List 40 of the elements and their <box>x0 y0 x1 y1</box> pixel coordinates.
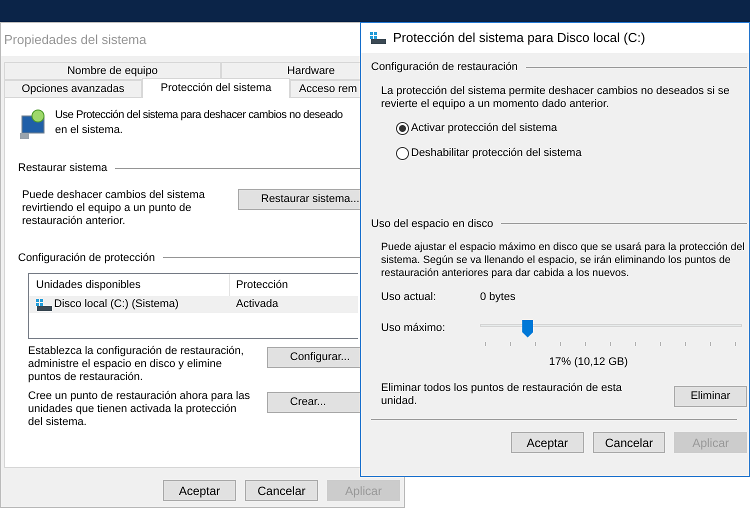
dialog-button[interactable]: Aceptar <box>511 432 584 453</box>
dialog-button[interactable]: Aceptar <box>163 480 236 501</box>
slider-thumb[interactable] <box>522 320 534 338</box>
drive-icon <box>370 32 386 44</box>
radio-icon[interactable] <box>396 146 409 160</box>
delete-description: Eliminar todos los puntos de restauración de esta unidad. <box>381 382 623 408</box>
intro-text: Use Protección del sistema para deshacer cambios no deseado <box>55 108 343 123</box>
column-header: Unidades disponibles <box>35 278 142 293</box>
section-heading: Uso del espacio en disco <box>371 216 494 232</box>
disk-usage-description: Puede ajustar el espacio máximo en disco que se usará para la protección del sistema. Según se va llenando el espacio, se irán eliminando los puntos de restauración anteriores para dar cabida a los nuevos. <box>381 241 746 280</box>
radio-option[interactable]: Activar protección del sistema <box>396 118 747 138</box>
table-cell-text: Disco local (C:) (Sistema) <box>54 297 179 312</box>
field-label: Uso máximo: <box>381 320 446 336</box>
radio-option[interactable]: Deshabilitar protección del sistema <box>396 144 747 162</box>
restore-button[interactable]: Restaurar sistema... <box>238 188 362 210</box>
tab[interactable]: Opciones avanzadas <box>4 80 142 98</box>
dialog-button[interactable]: Cancelar <box>592 432 666 453</box>
section-heading: Configuración de protección <box>18 250 155 266</box>
dialog-title: Protección del sistema para Disco local (C:) <box>393 29 646 48</box>
usage-slider[interactable] <box>480 320 742 340</box>
delete-button[interactable]: Eliminar <box>674 386 747 407</box>
drive-icon <box>36 298 52 310</box>
intro-text: en el sistema. <box>55 123 124 138</box>
field-label: Uso actual: <box>381 290 438 305</box>
table-cell-text: Activada <box>235 297 278 312</box>
action-description: Cree un punto de restauración ahora para las unidades que tienen activada la protección del sistema. <box>28 390 251 429</box>
section-heading: Restaurar sistema <box>18 161 108 176</box>
usage-reading: 17% (10,12 GB) <box>549 354 629 370</box>
dialog-button[interactable]: Cancelar <box>245 480 318 501</box>
tab[interactable]: Protección del sistema <box>142 78 290 98</box>
action-button[interactable]: Crear... <box>267 392 361 413</box>
action-description: Establezca la configuración de restauración, administre el espacio en disco y elimine puntos de restauración. <box>28 345 245 384</box>
window-title: Propiedades del sistema <box>4 30 146 49</box>
radio-icon[interactable] <box>396 122 409 134</box>
tab[interactable]: Nombre de equipo <box>4 62 221 80</box>
column-header: Protección <box>235 278 288 293</box>
drive-row[interactable]: Disco local (C:) (Sistema) Activada <box>29 296 358 313</box>
restore-description: Puede deshacer cambios del sistema revirtiendo el equipo a un punto de restauración anterior. <box>22 188 206 228</box>
current-usage-value: 0 bytes <box>480 290 516 305</box>
action-button[interactable]: Configurar... <box>267 347 361 368</box>
